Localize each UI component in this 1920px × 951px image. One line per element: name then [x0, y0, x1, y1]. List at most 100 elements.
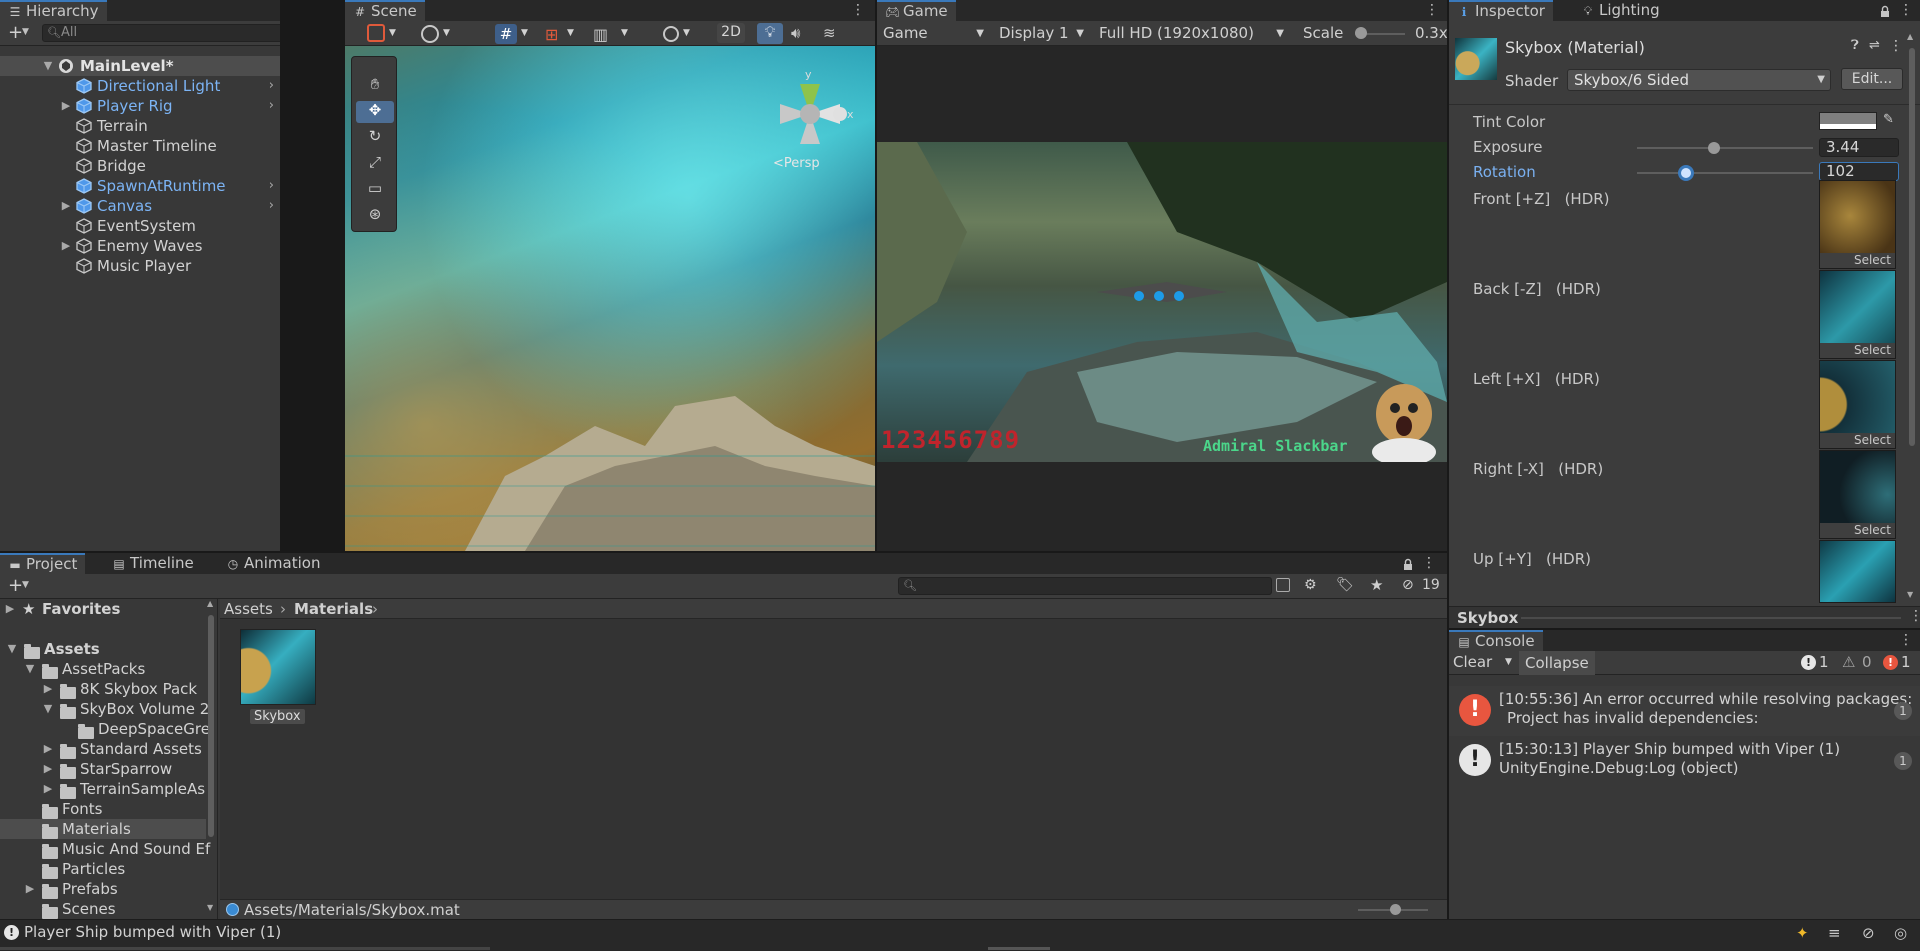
shader-dropdown[interactable]: Skybox/6 Sided ▼	[1567, 69, 1831, 91]
audio-toggle-icon[interactable]: 🔊︎	[791, 24, 800, 42]
edit-shader-button[interactable]: Edit...	[1841, 68, 1903, 90]
chevron-right-icon[interactable]: ›	[269, 176, 274, 196]
scroll-down-icon[interactable]: ▼	[207, 903, 213, 912]
tree-scroll-thumb[interactable]	[208, 615, 214, 837]
check-icon[interactable]: ◎	[1894, 924, 1907, 942]
status-message[interactable]: Player Ship bumped with Viper (1)	[24, 923, 281, 941]
globe-icon[interactable]	[421, 25, 439, 43]
icon-size-knob[interactable]	[1390, 904, 1401, 915]
console-options-icon[interactable]: ⋮	[1899, 632, 1913, 649]
folder-row[interactable]: ▼ Assets	[0, 639, 206, 659]
scene-viewport[interactable]: ✋︎ ✥ ↻ ⤢ ▭ ⊛ y x <Persp	[345, 46, 875, 551]
collapse-arrow-icon[interactable]: ▼	[6, 639, 18, 659]
hierarchy-item[interactable]: ▶ Canvas ›	[0, 196, 280, 216]
filter-type-icon[interactable]: ⚙︎	[1304, 577, 1317, 593]
projection-label[interactable]: <Persp	[773, 156, 820, 171]
expand-arrow-icon[interactable]: ▶	[42, 759, 54, 779]
tab-project[interactable]: ▬ Project	[0, 553, 86, 574]
console-entry[interactable]: ! [10:55:36] An error occurred while reso…	[1449, 686, 1920, 736]
breadcrumb-assets[interactable]: Assets	[224, 599, 273, 619]
expand-arrow-icon[interactable]: ▶	[42, 739, 54, 759]
texture-slot[interactable]: Select	[1819, 180, 1896, 269]
lighting-toggle-icon[interactable]: 💡︎	[757, 23, 783, 44]
game-mode-dropdown[interactable]: Game ▼	[877, 21, 989, 46]
texture-slot[interactable]: Select	[1819, 270, 1896, 359]
scene-root-row[interactable]: ▼ MainLevel* ⋮	[0, 56, 280, 76]
select-texture-button[interactable]: Select	[1820, 343, 1895, 358]
error-filter-icon[interactable]: !	[1883, 655, 1898, 670]
folder-row[interactable]: ▼ AssetPacks	[0, 659, 206, 679]
chevron-right-icon[interactable]: ›	[269, 196, 274, 216]
select-texture-button[interactable]: Select	[1820, 433, 1895, 448]
project-lock-icon[interactable]	[1402, 557, 1414, 570]
rotation-slider-knob[interactable]	[1678, 165, 1695, 181]
hierarchy-item[interactable]: ▶ Player Rig ›	[0, 96, 280, 116]
expand-arrow-icon[interactable]: ▶	[60, 196, 72, 216]
tree-scrollbar[interactable]: ▲ ▼	[206, 599, 216, 915]
hidden-packages-icon[interactable]: ⊘	[1402, 577, 1414, 593]
move-tool-icon[interactable]: ✥	[356, 101, 394, 123]
increment-snap-icon[interactable]: ⊞	[545, 25, 558, 44]
create-icon[interactable]: +	[8, 575, 23, 596]
rotate-tool-icon[interactable]: ↻	[356, 127, 394, 149]
breadcrumb-materials[interactable]: Materials	[294, 599, 373, 619]
increment-snap-dropdown-icon[interactable]: ▼	[567, 28, 574, 38]
create-dropdown-icon[interactable]: ▼	[22, 580, 29, 590]
texture-slot[interactable]: Select	[1819, 360, 1896, 449]
project-search-input[interactable]: 🔍︎	[898, 577, 1272, 595]
folder-row[interactable]: ▶ Prefabs	[0, 879, 206, 899]
draw-mode-dropdown-icon[interactable]: ▼	[389, 28, 396, 38]
tab-console[interactable]: ▤ Console	[1449, 630, 1543, 651]
tab-lighting[interactable]: 💡︎ Lighting	[1573, 0, 1668, 21]
select-texture-button[interactable]: Select	[1820, 253, 1895, 268]
tint-color-swatch[interactable]	[1819, 112, 1877, 130]
preview-menu-icon[interactable]: ⋮	[1909, 608, 1920, 624]
exposure-field[interactable]: 3.44	[1819, 138, 1899, 157]
draw-mode-icon[interactable]	[367, 24, 385, 42]
search-scope-icon[interactable]	[1276, 578, 1290, 592]
expand-arrow-icon[interactable]: ▶	[60, 96, 72, 116]
network-icon[interactable]: ⊘	[1862, 924, 1875, 942]
tab-timeline[interactable]: ▤ Timeline	[104, 553, 202, 574]
clear-dropdown-icon[interactable]: ▼	[1505, 657, 1512, 667]
scroll-down-icon[interactable]: ▼	[1907, 590, 1913, 599]
expand-arrow-icon[interactable]: ▼	[42, 56, 54, 76]
chevron-right-icon[interactable]: ›	[269, 76, 274, 96]
expand-arrow-icon[interactable]: ▶	[60, 236, 72, 256]
folder-row[interactable]: Fonts	[0, 799, 206, 819]
collapse-arrow-icon[interactable]: ▼	[42, 699, 54, 719]
exposure-slider[interactable]	[1637, 147, 1813, 149]
scrollbar[interactable]: ▲ ▼	[1907, 32, 1917, 602]
effects-toggle-icon[interactable]: ≋	[823, 24, 836, 42]
preset-icon[interactable]: ⇌	[1869, 38, 1880, 53]
hierarchy-item[interactable]: Terrain	[0, 116, 280, 136]
game-options-icon[interactable]: ⋮	[1425, 2, 1439, 19]
collapse-arrow-icon[interactable]: ▼	[24, 659, 36, 679]
help-icon[interactable]: ❓︎	[1851, 38, 1859, 53]
select-texture-button[interactable]: Select	[1820, 523, 1895, 538]
tab-inspector[interactable]: ℹ Inspector	[1449, 0, 1553, 21]
rotation-field[interactable]: 102	[1819, 162, 1899, 181]
hand-tool-icon[interactable]: ✋︎	[356, 75, 394, 97]
toggle-2d-button[interactable]: 2D	[717, 23, 745, 43]
project-options-icon[interactable]: ⋮	[1422, 555, 1436, 572]
ruler-icon[interactable]: ▥	[593, 25, 608, 44]
tab-game[interactable]: 🎮︎ Game	[877, 0, 956, 21]
tab-scene[interactable]: # Scene	[345, 0, 425, 21]
hierarchy-item[interactable]: EventSystem	[0, 216, 280, 236]
folder-row[interactable]: ▶ TerrainSampleAs	[0, 779, 206, 799]
folder-row[interactable]: Scenes	[0, 899, 206, 919]
hierarchy-item[interactable]: Master Timeline	[0, 136, 280, 156]
preview-handle[interactable]	[1521, 617, 1901, 619]
console-entry[interactable]: ! [15:30:13] Player Ship bumped with Vipe…	[1449, 736, 1920, 786]
collapse-button[interactable]: Collapse	[1519, 651, 1595, 675]
add-icon[interactable]: +	[8, 22, 23, 43]
rotation-slider[interactable]	[1637, 172, 1813, 174]
expand-arrow-icon[interactable]: ▶	[24, 879, 36, 899]
resolution-dropdown[interactable]: Full HD (1920x1080) ▼	[1093, 21, 1289, 46]
scale-tool-icon[interactable]: ⤢	[356, 153, 394, 175]
scroll-thumb[interactable]	[1909, 48, 1915, 446]
scale-slider-knob[interactable]	[1355, 27, 1367, 39]
tab-animation[interactable]: ◷ Animation	[218, 553, 328, 574]
scene-gizmo[interactable]: y x <Persp	[765, 68, 855, 184]
